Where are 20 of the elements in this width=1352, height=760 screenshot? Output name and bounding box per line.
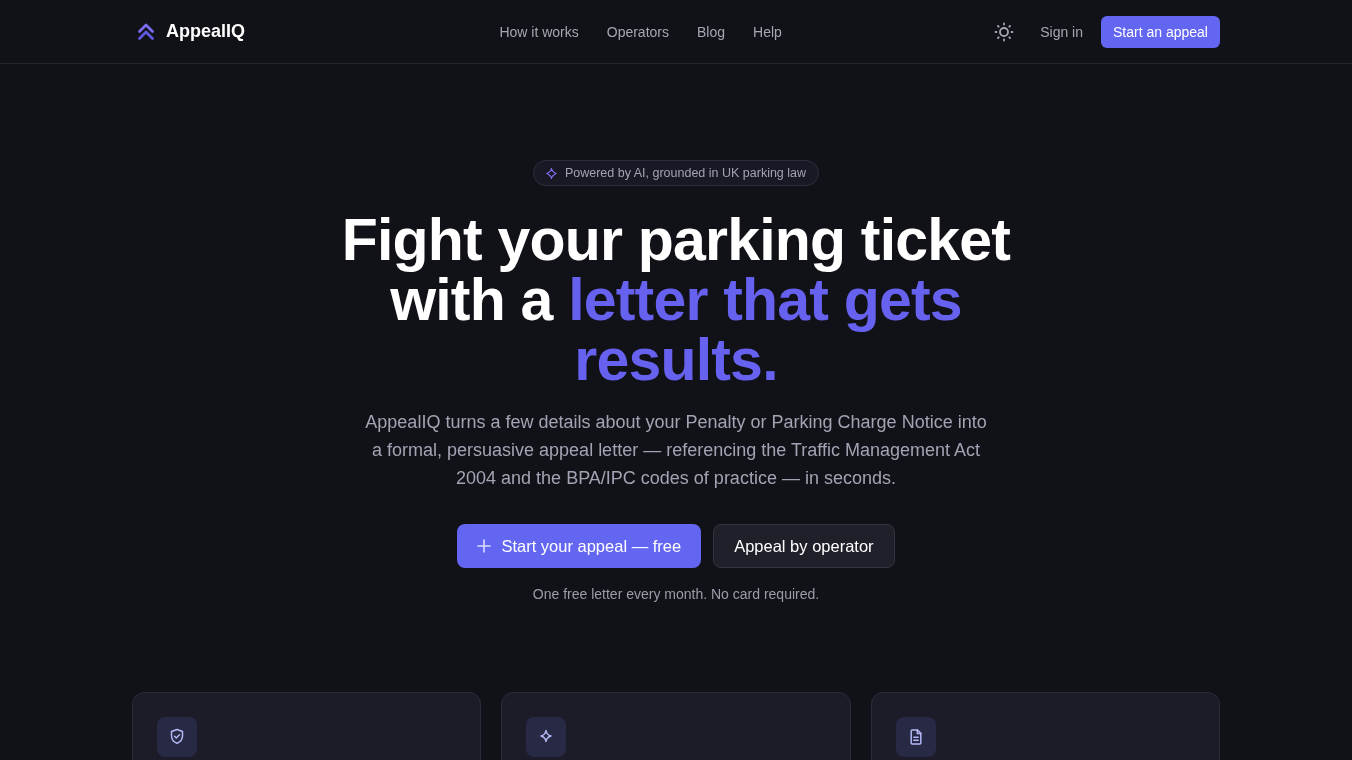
sparkle-icon <box>526 717 567 757</box>
badge-text: Powered by AI, grounded in UK parking law <box>564 166 807 180</box>
shield-check-icon <box>157 717 197 757</box>
document-icon <box>895 717 936 757</box>
hero-headline: Fight your parking ticket with a letter that gets results. <box>340 210 1012 390</box>
free-letter-note: One free letter every month. No card required. <box>532 585 820 604</box>
start-appeal-button[interactable]: Start an appeal <box>1101 15 1220 48</box>
start-appeal-free-button[interactable]: Start your appeal — free <box>457 524 702 568</box>
appeal-by-operator-button[interactable]: Appeal by operator <box>713 524 895 568</box>
nav-link[interactable]: Help <box>753 23 782 40</box>
plus-icon <box>477 539 492 553</box>
nav-link[interactable]: Blog <box>697 23 726 40</box>
sparkle-icon <box>545 167 557 179</box>
nav-link[interactable]: Operators <box>606 23 669 40</box>
brand-name: AppealIQ <box>166 21 245 42</box>
double-chevron-logo-icon <box>136 21 156 42</box>
nav-link[interactable]: How it works <box>499 23 579 40</box>
sign-in-link[interactable]: Sign in <box>1030 15 1093 48</box>
hero-description: AppealIQ turns a few details about your Penalty or Parking Charge Notice into a formal, persuasive appeal letter — referencing the Traffic Management Act 2004 and the BPA/IPC codes of practice — in seconds. <box>364 411 988 490</box>
sun-icon <box>994 21 1015 42</box>
